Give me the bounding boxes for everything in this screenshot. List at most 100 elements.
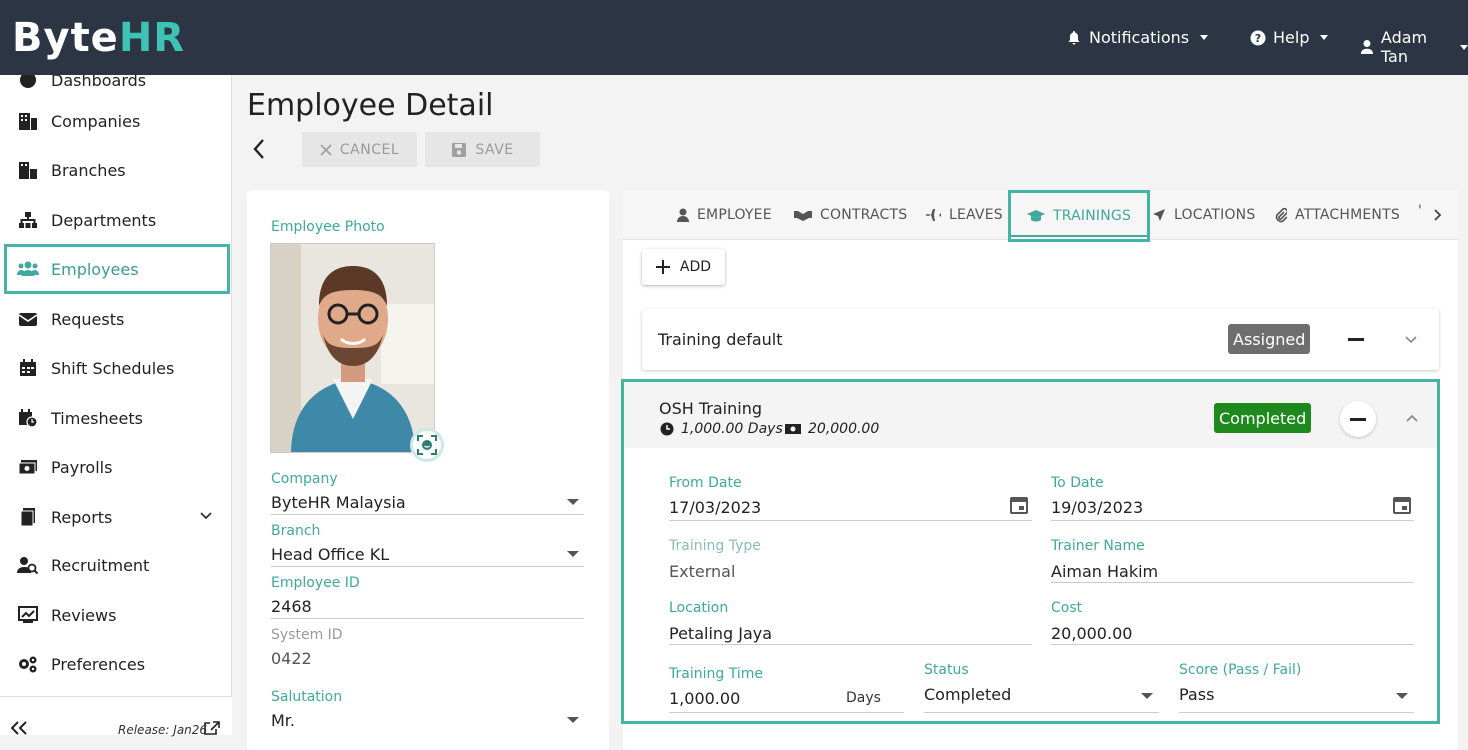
notifications-menu[interactable]: Notifications [1066,28,1209,47]
training-type-field: External [669,562,736,581]
sidebar-item-label: Timesheets [51,408,143,428]
user-menu[interactable]: Adam Tan [1360,28,1468,66]
cost-label: Cost [1051,600,1083,616]
score-select[interactable]: Pass [1179,685,1214,704]
branch-select[interactable]: Head Office KL [271,545,389,564]
money-icon [785,424,801,434]
employee-photo-label: Employee Photo [271,219,385,235]
notifications-label: Notifications [1089,28,1190,47]
remove-button[interactable] [1340,401,1376,437]
sidebar-item-recruitment[interactable]: Recruitment [4,540,230,590]
cost-field[interactable]: 20,000.00 [1051,624,1132,643]
training-time-unit: Days [846,690,881,706]
chevron-up-icon[interactable] [1406,414,1418,422]
tab-contracts[interactable]: CONTRACTS [794,190,907,240]
tab-attachments[interactable]: ATTACHMENTS [1275,190,1400,240]
chevron-down-icon[interactable] [1405,336,1417,344]
calendar-clock-icon [17,408,39,428]
back-arrow-icon[interactable] [252,137,266,161]
external-link-icon[interactable] [204,721,220,735]
tab-label: LEAVES [949,207,1003,223]
divider [669,712,904,713]
tab-locations[interactable]: LOCATIONS [1152,190,1255,240]
sidebar-item-branches[interactable]: Branches [4,145,230,195]
collapse-sidebar-icon[interactable] [10,721,28,735]
face-scan-button[interactable] [410,428,444,462]
chevron-right-icon[interactable] [1434,209,1442,221]
sidebar-item-label: Payrolls [51,457,113,477]
employee-id-field[interactable]: 2468 [271,597,312,616]
training-item-expanded: OSH Training 1,000.00 Days 20,000.00 Com… [621,379,1440,724]
tab-employee[interactable]: EMPLOYEE [677,190,772,240]
chevron-down-icon[interactable] [567,551,579,557]
tab-leaves[interactable]: LEAVES [925,190,1003,240]
divider [1051,520,1414,521]
sidebar-item-shift-schedules[interactable]: Shift Schedules [4,343,230,393]
remove-icon[interactable] [1348,338,1364,341]
face-scan-icon [417,435,437,455]
chevron-down-icon[interactable] [567,499,579,505]
to-date-field[interactable]: 19/03/2023 [1051,498,1143,517]
training-item[interactable]: Training default Assigned [642,309,1439,370]
system-id-label: System ID [271,627,343,643]
app-logo[interactable]: ByteHR [12,14,185,62]
tab-trainings[interactable]: TRAININGS [1008,190,1151,242]
training-type-label: Training Type [669,538,761,554]
sidebar-item-companies[interactable]: Companies [4,96,230,146]
training-days: 1,000.00 Days [681,421,783,437]
salutation-label: Salutation [271,689,343,705]
tab-label: CONTRACTS [820,207,908,223]
company-select[interactable]: ByteHR Malaysia [271,493,406,512]
status-badge: Completed [1214,403,1312,433]
sidebar-item-reports[interactable]: Reports [4,492,230,542]
employee-photo [270,243,435,453]
sidebar-item-preferences[interactable]: Preferences [4,639,230,689]
sidebar-item-reviews[interactable]: Reviews [4,590,230,640]
sidebar-item-timesheets[interactable]: Timesheets [4,393,230,443]
divider [271,618,584,619]
divider [669,520,1032,521]
page-title: Employee Detail [247,88,494,123]
calendar-icon[interactable] [1393,496,1411,514]
help-icon: ? [1250,30,1266,45]
salutation-select[interactable]: Mr. [271,711,295,730]
from-date-field[interactable]: 17/03/2023 [669,498,761,517]
sitemap-icon [17,210,39,230]
save-button[interactable]: SAVE [425,132,540,167]
add-training-button[interactable]: ADD [642,249,725,285]
help-menu[interactable]: ? Help [1250,28,1329,47]
file-icon [17,507,39,527]
tab-label: TRAININGS [1053,208,1132,224]
detail-card: EMPLOYEE CONTRACTS LEAVES TRAININGS LOCA… [621,190,1458,750]
branch-label: Branch [271,523,321,539]
training-name: OSH Training [659,399,762,418]
add-label: ADD [679,259,712,275]
review-chart-icon [17,605,39,625]
cancel-button[interactable]: CANCEL [302,132,417,167]
training-item-header[interactable]: OSH Training 1,000.00 Days 20,000.00 Com… [624,382,1437,448]
chevron-down-icon[interactable] [1396,693,1408,699]
sidebar-item-employees[interactable]: Employees [4,244,230,294]
chevron-down-icon[interactable] [1141,693,1153,699]
tab-label: ATTACHMENTS [1295,207,1400,223]
save-label: SAVE [475,141,514,158]
envelope-icon [17,309,39,329]
location-arrow-icon [1153,209,1165,221]
status-label: Status [924,662,969,678]
training-time-label: Training Time [669,666,763,682]
location-field[interactable]: Petaling Jaya [669,624,772,643]
calendar-icon[interactable] [1010,496,1028,514]
trainer-name-field[interactable]: Aiman Hakim [1051,562,1158,581]
divider [1051,582,1414,583]
status-select[interactable]: Completed [924,685,1011,704]
score-label: Score (Pass / Fail) [1179,662,1302,678]
sidebar-item-label: Preferences [51,654,146,674]
from-date-label: From Date [669,475,742,491]
sidebar-item-label: Companies [51,111,141,131]
sidebar-item-departments[interactable]: Departments [4,195,230,245]
sidebar-item-requests[interactable]: Requests [4,294,230,344]
sidebar-item-payrolls[interactable]: Payrolls [4,442,230,492]
tab-bar: EMPLOYEE CONTRACTS LEAVES TRAININGS LOCA… [623,190,1458,242]
training-time-field[interactable]: 1,000.00 [669,689,740,708]
chevron-down-icon[interactable] [567,717,579,723]
